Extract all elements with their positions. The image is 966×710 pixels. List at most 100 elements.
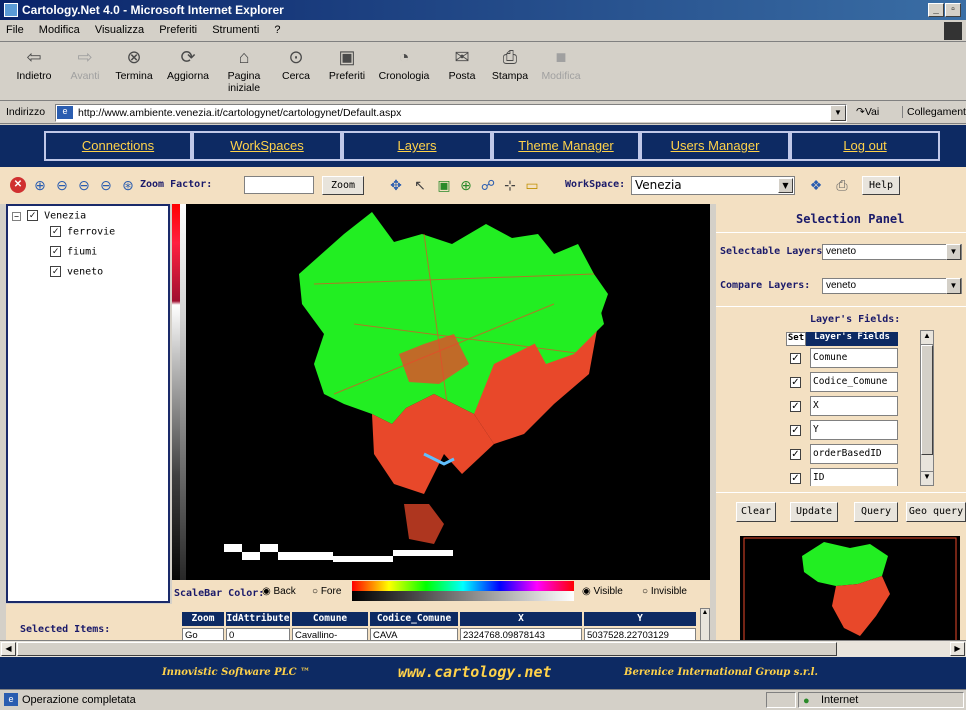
zoom-select-icon[interactable]: ⊕ <box>458 177 474 193</box>
app-icon <box>4 3 18 17</box>
compare-layers-label: Compare Layers: <box>720 280 811 291</box>
selectable-layers-select[interactable]: veneto ▼ <box>822 244 962 260</box>
back-radio[interactable]: ◉ Back <box>262 586 296 597</box>
clear-button[interactable]: Clear <box>736 502 776 522</box>
select-box-icon[interactable]: ▣ <box>436 177 452 193</box>
maximize-button[interactable]: ▫ <box>945 3 961 17</box>
go-button[interactable]: ↷Vai <box>856 106 879 118</box>
scroll-up-icon[interactable]: ▲ <box>921 331 933 345</box>
fields-table: Set Layer's Fields ✓ Comune ✓ Codice_Comune… <box>786 332 900 486</box>
workspace-dropdown-icon[interactable]: ▼ <box>778 178 793 193</box>
page-footer: Innovistic Software PLC ™ www.cartology.… <box>0 657 966 689</box>
nav-users-manager[interactable]: Users Manager <box>640 131 790 161</box>
print-button[interactable]: ⎙ Stampa <box>490 47 530 82</box>
menu-visualizza[interactable]: Visualizza <box>89 20 150 36</box>
identify-icon[interactable]: ☍ <box>480 177 496 193</box>
layer-checkbox[interactable]: ✓ <box>50 266 61 277</box>
visible-radio[interactable]: ◉ Visible <box>582 586 623 597</box>
field-set-checkbox[interactable]: ✓ <box>790 353 801 364</box>
collapse-icon[interactable]: − <box>12 211 21 221</box>
workspace-select[interactable]: Venezia ▼ <box>631 176 795 195</box>
nav-workspaces[interactable]: WorkSpaces <box>192 131 342 161</box>
tree-layer-fiumi[interactable]: ✓ fiumi <box>50 246 97 258</box>
measure-icon[interactable]: ⊹ <box>502 177 518 193</box>
links-button[interactable]: Collegamenti <box>902 106 966 118</box>
layers-globe-icon[interactable]: ❖ <box>808 177 824 193</box>
browser-toolbar: ⇦ Indietro ⇨ Avanti ⊗ Termina ⟳ Aggiorna ⌂ Pa… <box>0 43 966 101</box>
field-set-checkbox[interactable]: ✓ <box>790 473 801 484</box>
update-button[interactable]: Update <box>790 502 838 522</box>
zoom-out-icon[interactable]: ⊖ <box>54 177 70 193</box>
search-button[interactable]: ⊙ Cerca <box>280 47 312 82</box>
tree-layer-ferrovie[interactable]: ✓ ferrovie <box>50 226 115 238</box>
field-set-checkbox[interactable]: ✓ <box>790 425 801 436</box>
query-button[interactable]: Query <box>854 502 898 522</box>
mail-icon: ✉ <box>454 47 470 67</box>
pan-icon[interactable]: ✥ <box>388 177 404 193</box>
address-dropdown-button[interactable]: ▼ <box>830 105 846 121</box>
selectable-dropdown-icon[interactable]: ▼ <box>946 244 961 260</box>
address-input[interactable]: http://www.ambiente.venezia.it/cartology… <box>55 104 847 122</box>
tree-layer-veneto[interactable]: ✓ veneto <box>50 266 103 278</box>
overview-map[interactable] <box>740 536 960 649</box>
compare-layers-select[interactable]: veneto ▼ <box>822 278 962 294</box>
map-view[interactable] <box>194 204 710 580</box>
history-button[interactable]: ◔ Cronologia <box>376 47 432 82</box>
field-set-checkbox[interactable]: ✓ <box>790 377 801 388</box>
fields-scrollbar[interactable]: ▲ ▼ <box>920 330 934 486</box>
menu-modifica[interactable]: Modifica <box>33 20 86 36</box>
forward-button[interactable]: ⇨ Avanti <box>62 47 108 82</box>
select-pointer-icon[interactable]: ↖ <box>412 177 428 193</box>
mail-button[interactable]: ✉ Posta <box>444 47 480 82</box>
items-scrollbar[interactable]: ▲ <box>700 608 710 644</box>
favorites-button[interactable]: ▣ Preferiti <box>322 47 372 82</box>
scroll-right-icon[interactable]: ▶ <box>950 642 965 656</box>
layer-tree: − ✓ Venezia ✓ ferrovie ✓ fiumi ✓ veneto <box>6 204 170 603</box>
fore-radio[interactable]: ○ Fore <box>312 586 341 597</box>
menu-preferiti[interactable]: Preferiti <box>153 20 203 36</box>
layer-checkbox[interactable]: ✓ <box>50 246 61 257</box>
zoom-previous-icon[interactable]: ⊖ <box>76 177 92 193</box>
scroll-down-icon[interactable]: ▼ <box>921 471 933 485</box>
tree-root[interactable]: − ✓ Venezia <box>12 210 86 222</box>
hscroll-thumb[interactable] <box>17 642 837 656</box>
compare-dropdown-icon[interactable]: ▼ <box>946 278 961 294</box>
zoom-full-icon[interactable]: ⊛ <box>120 177 136 193</box>
field-set-checkbox[interactable]: ✓ <box>790 401 801 412</box>
stop-button[interactable]: ⊗ Termina <box>112 47 156 82</box>
invisible-radio[interactable]: ○ Invisible <box>642 586 687 597</box>
zoom-button[interactable]: Zoom <box>322 176 364 195</box>
radio-empty-icon: ○ <box>642 586 649 597</box>
root-checkbox[interactable]: ✓ <box>27 210 39 221</box>
items-col-header: Codice_Comune <box>370 612 458 626</box>
nav-theme-manager[interactable]: Theme Manager <box>492 131 640 161</box>
home-button[interactable]: ⌂ Pagina iniziale <box>222 47 266 94</box>
color-ramp[interactable] <box>172 204 194 592</box>
zoom-factor-input[interactable] <box>244 176 314 194</box>
close-map-icon[interactable]: ✕ <box>10 177 26 193</box>
geo-query-button[interactable]: Geo query <box>906 502 966 522</box>
scroll-thumb[interactable] <box>921 345 933 455</box>
back-color-palette[interactable] <box>352 591 574 601</box>
help-button[interactable]: Help <box>862 176 900 195</box>
menu-help[interactable]: ? <box>268 20 286 36</box>
page-horizontal-scrollbar[interactable]: ◀ ▶ <box>0 640 966 657</box>
nav-connections[interactable]: Connections <box>44 131 192 161</box>
nav-log-out[interactable]: Log out <box>790 131 940 161</box>
minimize-button[interactable]: _ <box>928 3 944 17</box>
menu-strumenti[interactable]: Strumenti <box>206 20 265 36</box>
zoom-next-icon[interactable]: ⊖ <box>98 177 114 193</box>
back-button[interactable]: ⇦ Indietro <box>14 47 54 82</box>
menu-file[interactable]: File <box>0 20 30 36</box>
nav-layers[interactable]: Layers <box>342 131 492 161</box>
fore-color-palette[interactable] <box>352 581 574 591</box>
zoom-in-icon[interactable]: ⊕ <box>32 177 48 193</box>
edit-button[interactable]: ■ Modifica <box>538 47 584 82</box>
scroll-left-icon[interactable]: ◀ <box>1 642 16 656</box>
footer-site-link[interactable]: www.cartology.net <box>398 663 552 681</box>
scalebar-icon[interactable]: ▭ <box>524 177 540 193</box>
layer-checkbox[interactable]: ✓ <box>50 226 61 237</box>
field-set-checkbox[interactable]: ✓ <box>790 449 801 460</box>
refresh-button[interactable]: ⟳ Aggiorna <box>166 47 210 82</box>
print-map-icon[interactable]: ⎙ <box>834 177 850 193</box>
